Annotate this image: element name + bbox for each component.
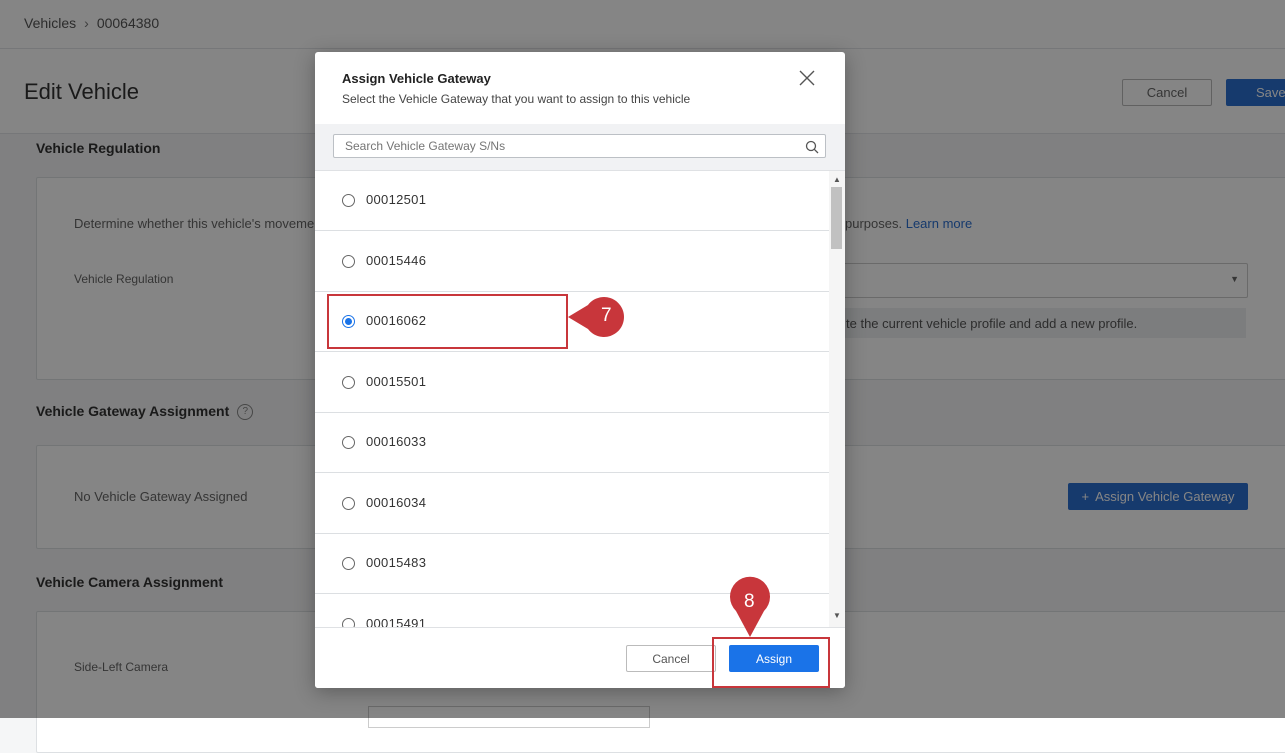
modal-title: Assign Vehicle Gateway [342, 71, 491, 86]
radio-button[interactable] [342, 496, 355, 510]
gateway-list-item[interactable]: 00015501 [315, 353, 829, 413]
close-icon[interactable] [799, 70, 815, 86]
gateway-serial-label: 00015491 [366, 615, 427, 628]
gateway-list-item[interactable]: 00012501 [315, 171, 829, 231]
gateway-serial-label: 00012501 [366, 192, 427, 207]
gateway-list-item[interactable]: 00016033 [315, 413, 829, 473]
modal-header: Assign Vehicle Gateway Select the Vehicl… [315, 52, 845, 125]
gateway-serial-label: 00015501 [366, 373, 427, 389]
gateway-serial-label: 00015446 [366, 252, 427, 268]
gateway-serial-label: 00016034 [366, 494, 427, 510]
modal-cancel-button[interactable]: Cancel [626, 645, 716, 672]
radio-button[interactable] [342, 557, 355, 570]
step-8-number: 8 [744, 591, 755, 612]
gateway-serial-label: 00015483 [366, 555, 427, 570]
modal-subtitle: Select the Vehicle Gateway that you want… [342, 92, 691, 106]
radio-button[interactable] [342, 436, 355, 449]
radio-button[interactable] [342, 254, 355, 268]
highlight-box-assign-button [712, 637, 830, 688]
radio-button[interactable] [342, 375, 355, 389]
search-input[interactable] [333, 134, 826, 158]
radio-button[interactable] [342, 194, 355, 207]
gateway-list-item[interactable]: 00015446 [315, 232, 829, 292]
highlight-box-selected-row [327, 294, 568, 349]
scroll-down-icon[interactable]: ▼ [833, 611, 841, 620]
gateway-list: 00012501 00015446 00016062 00015501 00016033… [315, 171, 829, 627]
gateway-list-item[interactable]: 00016034 [315, 474, 829, 534]
list-scrollbar[interactable]: ▲ ▼ [829, 171, 845, 627]
radio-button[interactable] [342, 617, 355, 627]
search-icon[interactable] [805, 140, 819, 154]
step-7-number: 7 [601, 305, 612, 326]
scroll-thumb[interactable] [831, 187, 842, 249]
search-bar [315, 124, 845, 171]
scroll-up-icon[interactable]: ▲ [833, 175, 841, 184]
gateway-serial-label: 00016033 [366, 434, 427, 449]
